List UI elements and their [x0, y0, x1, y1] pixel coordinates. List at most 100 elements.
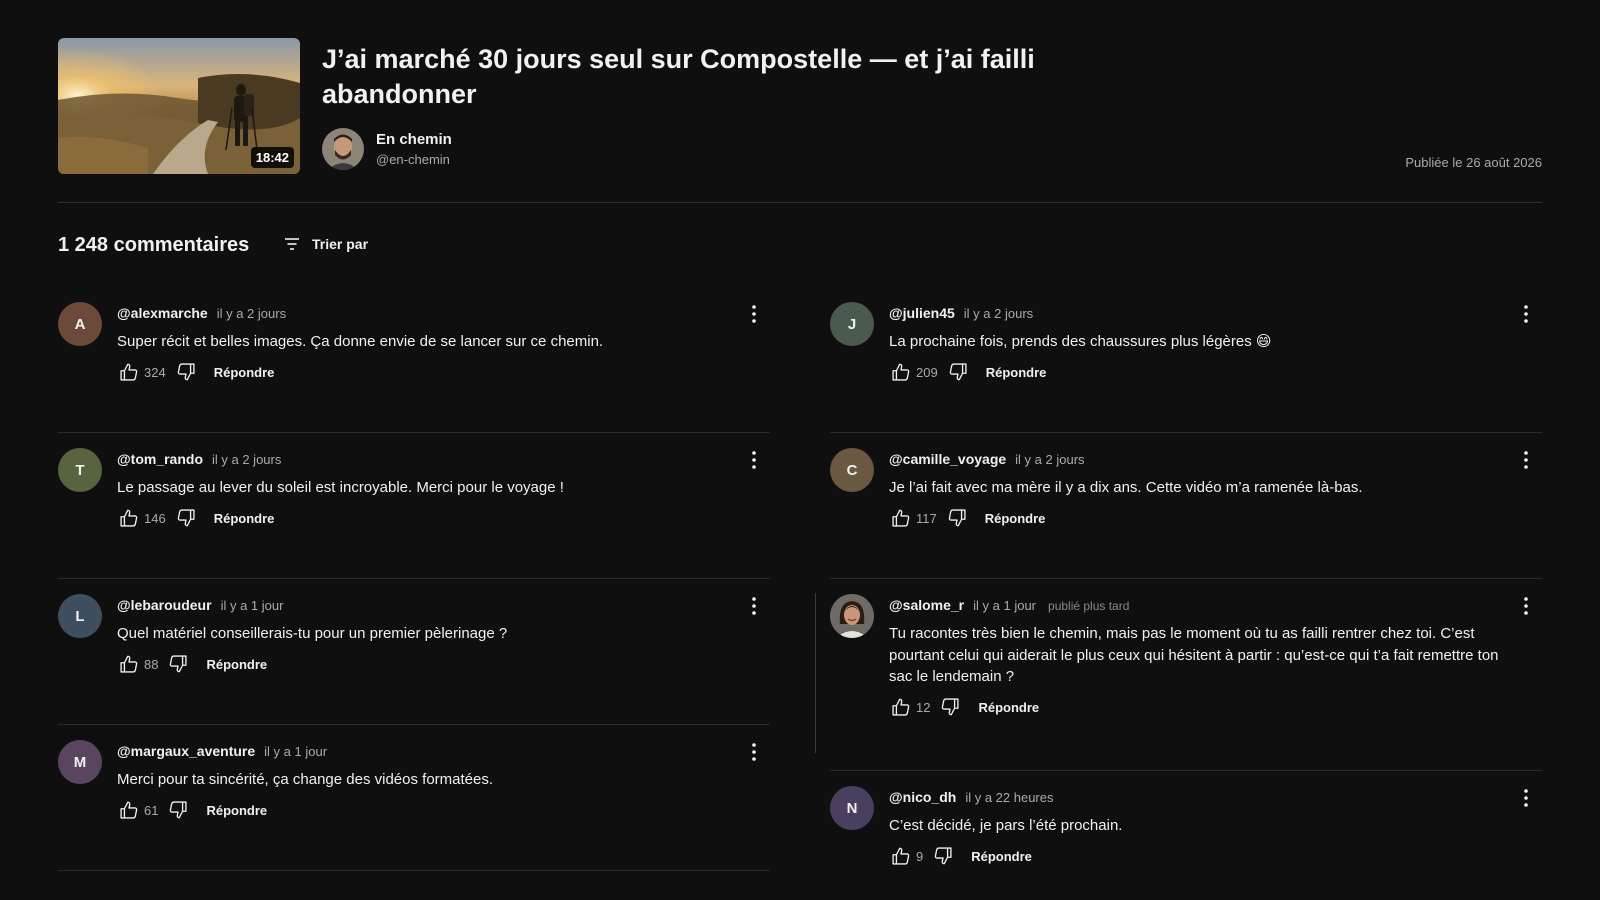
comment-actions: 324 Répondre: [117, 360, 274, 384]
comment-time[interactable]: il y a 2 jours: [217, 306, 286, 321]
reply-button[interactable]: Répondre: [214, 365, 275, 380]
dislike-button[interactable]: [166, 798, 190, 822]
comment-author[interactable]: @tom_rando: [117, 451, 203, 467]
comments-count: 1 248 commentaires: [58, 234, 250, 256]
comment-text: Merci pour ta sincérité, ça change des v…: [117, 771, 494, 788]
comment-time[interactable]: il y a 22 heures: [965, 790, 1053, 805]
comment-author[interactable]: @lebaroudeur: [117, 597, 212, 613]
more-vert-icon: [752, 743, 756, 761]
thumb-down-icon: [948, 509, 966, 527]
comment-text: La prochaine fois, prends des chaussures…: [889, 333, 1272, 350]
comment-time[interactable]: il y a 2 jours: [964, 306, 1033, 321]
more-vert-icon: [752, 305, 756, 323]
comment-time[interactable]: il y a 2 jours: [212, 452, 281, 467]
thumb-down-icon: [177, 509, 195, 527]
like-button[interactable]: [889, 506, 913, 530]
more-vert-icon: [1524, 305, 1528, 323]
comment: J @julien45 il y a 2 jours La prochaine …: [830, 302, 1542, 412]
comment-author[interactable]: @nico_dh: [889, 789, 956, 805]
more-options-button[interactable]: [1514, 302, 1538, 326]
channel-name[interactable]: En chemin: [376, 131, 452, 148]
comment-actions: 146 Répondre: [117, 506, 274, 530]
like-button[interactable]: [889, 360, 913, 384]
video-thumbnail[interactable]: 18:42: [58, 38, 300, 174]
comment: L @lebaroudeur il y a 1 jour Quel matéri…: [58, 594, 770, 704]
thumb-down-icon: [949, 363, 967, 381]
avatar[interactable]: A: [58, 302, 102, 346]
thumb-up-icon: [120, 801, 138, 819]
thumb-up-icon: [120, 655, 138, 673]
comment-author[interactable]: @julien45: [889, 305, 955, 321]
more-vert-icon: [1524, 789, 1528, 807]
avatar[interactable]: M: [58, 740, 102, 784]
thumb-up-icon: [892, 698, 910, 716]
publish-date: Publiée le 26 août 2026: [1405, 155, 1542, 170]
comment: N @nico_dh il y a 22 heures C’est décidé…: [830, 786, 1542, 886]
comment-time[interactable]: il y a 1 jour: [973, 598, 1036, 613]
like-count: 324: [144, 364, 166, 380]
comment-time[interactable]: il y a 1 jour: [264, 744, 327, 759]
avatar[interactable]: T: [58, 448, 102, 492]
dislike-button[interactable]: [174, 360, 198, 384]
comment-divider: [58, 432, 770, 433]
like-button[interactable]: [117, 652, 141, 676]
comment-divider: [58, 578, 770, 579]
more-vert-icon: [1524, 597, 1528, 615]
dislike-button[interactable]: [945, 506, 969, 530]
dislike-button[interactable]: [946, 360, 970, 384]
like-button[interactable]: [117, 360, 141, 384]
reply-button[interactable]: Répondre: [978, 700, 1039, 715]
dislike-button[interactable]: [174, 506, 198, 530]
reply-button[interactable]: Répondre: [986, 365, 1047, 380]
more-options-button[interactable]: [1514, 786, 1538, 810]
reply-button[interactable]: Répondre: [206, 657, 267, 672]
comment-author[interactable]: @margaux_aventure: [117, 743, 255, 759]
avatar[interactable]: [830, 594, 874, 638]
more-options-button[interactable]: [1514, 448, 1538, 472]
comment-author[interactable]: @camille_voyage: [889, 451, 1006, 467]
reply-button[interactable]: Répondre: [985, 511, 1046, 526]
like-button[interactable]: [889, 695, 913, 719]
comment: M @margaux_aventure il y a 1 jour Merci …: [58, 740, 770, 850]
comment-text: Je l’ai fait avec ma mère il y a dix ans…: [889, 479, 1363, 496]
reply-button[interactable]: Répondre: [214, 511, 275, 526]
comment-actions: 61 Répondre: [117, 798, 267, 822]
more-options-button[interactable]: [742, 448, 766, 472]
dislike-button[interactable]: [931, 844, 955, 868]
comment-time[interactable]: il y a 1 jour: [221, 598, 284, 613]
comment-time[interactable]: il y a 2 jours: [1015, 452, 1084, 467]
avatar[interactable]: L: [58, 594, 102, 638]
comment-author[interactable]: @salome_r: [889, 597, 964, 613]
comment-header: @tom_rando il y a 2 jours: [117, 451, 281, 467]
comment-header: @camille_voyage il y a 2 jours: [889, 451, 1085, 467]
like-button[interactable]: [117, 798, 141, 822]
avatar-initial: T: [75, 461, 85, 479]
comment: @salome_r il y a 1 jour publié plus tard…: [830, 594, 1542, 744]
avatar[interactable]: C: [830, 448, 874, 492]
like-count: 209: [916, 364, 938, 380]
avatar[interactable]: N: [830, 786, 874, 830]
avatar[interactable]: J: [830, 302, 874, 346]
more-options-button[interactable]: [742, 302, 766, 326]
more-options-button[interactable]: [742, 740, 766, 764]
reply-button[interactable]: Répondre: [971, 849, 1032, 864]
like-button[interactable]: [117, 506, 141, 530]
more-options-button[interactable]: [742, 594, 766, 618]
channel-handle: @en-chemin: [376, 152, 450, 167]
channel-avatar[interactable]: [322, 128, 364, 170]
sort-button[interactable]: Trier par: [282, 234, 368, 254]
comment-actions: 209 Répondre: [889, 360, 1046, 384]
like-count: 9: [916, 848, 924, 864]
reply-button[interactable]: Répondre: [206, 803, 267, 818]
more-options-button[interactable]: [1514, 594, 1538, 618]
comment-actions: 12 Répondre: [889, 695, 1039, 719]
comment-header: @alexmarche il y a 2 jours: [117, 305, 286, 321]
like-button[interactable]: [889, 844, 913, 868]
like-count: 88: [144, 656, 159, 672]
thread-marker: [815, 593, 816, 753]
comment-author[interactable]: @alexmarche: [117, 305, 208, 321]
published-later-label: publié plus tard: [1048, 599, 1130, 613]
dislike-button[interactable]: [938, 695, 962, 719]
dislike-button[interactable]: [166, 652, 190, 676]
comment: C @camille_voyage il y a 2 jours Je l’ai…: [830, 448, 1542, 558]
